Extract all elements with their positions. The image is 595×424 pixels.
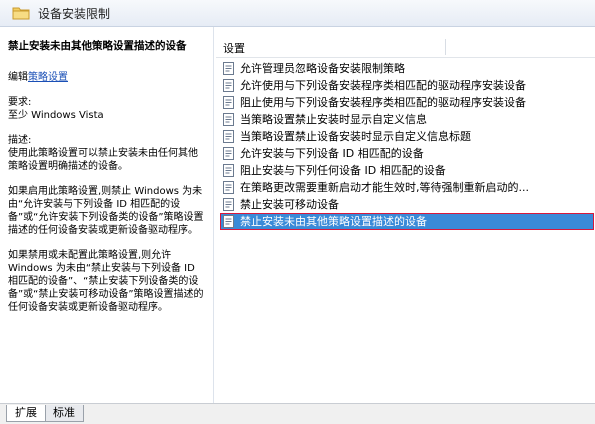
list-item[interactable]: 允许使用与下列设备安装程序类相匹配的驱动程序安装设备 xyxy=(220,77,594,94)
settings-list: 允许管理员忽略设备安装限制策略 允许使用与下列设备安装程序类相匹配的驱动程序安装… xyxy=(220,60,594,230)
list-item[interactable]: 允许管理员忽略设备安装限制策略 xyxy=(220,60,594,77)
policy-setting-icon xyxy=(223,113,234,126)
requirement-value: 至少 Windows Vista xyxy=(8,110,104,121)
description-paragraph-3: 如果禁用或未配置此策略设置,则允许 Windows 为未由“禁止安装与下列设备 … xyxy=(8,250,204,313)
policy-setting-icon xyxy=(223,130,234,143)
edit-policy-link[interactable]: 策略设置 xyxy=(28,72,68,83)
view-tabs-bar: 扩展 标准 xyxy=(0,403,595,424)
description-pane: 禁止安装未由其他策略设置描述的设备 编辑策略设置 要求: 至少 Windows … xyxy=(0,27,214,403)
list-item[interactable]: 禁止安装可移动设备 xyxy=(220,196,594,213)
settings-pane: 设置 允许管理员忽略设备安装限制策略 允许使用与下列设备安装程序类相匹配的驱动程… xyxy=(216,27,595,403)
description-paragraph-2: 如果启用此策略设置,则禁止 Windows 为未由“允许安装与下列设备 ID 相… xyxy=(8,186,204,236)
policy-setting-icon xyxy=(223,164,234,177)
policy-setting-icon xyxy=(223,198,234,211)
column-divider[interactable] xyxy=(445,39,446,55)
policy-setting-icon xyxy=(223,79,234,92)
window-title: 设备安装限制 xyxy=(38,7,111,21)
list-item[interactable]: 当策略设置禁止设备安装时显示自定义信息标题 xyxy=(220,128,594,145)
policy-setting-icon xyxy=(223,215,234,228)
policy-setting-icon xyxy=(223,147,234,160)
description-label: 描述: xyxy=(8,135,32,146)
column-header-label: 设置 xyxy=(223,42,245,55)
tab-extended[interactable]: 扩展 xyxy=(6,405,46,422)
list-item[interactable]: 阻止使用与下列设备安装程序类相匹配的驱动程序安装设备 xyxy=(220,94,594,111)
policy-setting-icon xyxy=(223,181,234,194)
list-item[interactable]: 阻止安装与下列任何设备 ID 相匹配的设备 xyxy=(220,162,594,179)
list-item[interactable]: 当策略设置禁止安装时显示自定义信息 xyxy=(220,111,594,128)
setting-title: 禁止安装未由其他策略设置描述的设备 xyxy=(8,40,187,52)
list-item-selected[interactable]: 禁止安装未由其他策略设置描述的设备 xyxy=(220,213,594,230)
column-header-setting[interactable]: 设置 xyxy=(216,37,595,58)
policy-setting-icon xyxy=(223,62,234,75)
requirement-label: 要求: xyxy=(8,97,32,108)
list-item[interactable]: 在策略更改需要重新启动才能生效时,等待强制重新启动的... xyxy=(220,179,594,196)
description-paragraph-1: 使用此策略设置可以禁止安装未由任何其他策略设置明确描述的设备。 xyxy=(8,148,198,172)
tab-standard[interactable]: 标准 xyxy=(44,405,84,422)
window-titlebar: 设备安装限制 xyxy=(0,0,595,27)
edit-prefix: 编辑 xyxy=(8,72,28,83)
folder-icon xyxy=(12,7,30,20)
policy-setting-icon xyxy=(223,96,234,109)
list-item[interactable]: 允许安装与下列设备 ID 相匹配的设备 xyxy=(220,145,594,162)
edit-line: 编辑策略设置 xyxy=(8,71,207,84)
